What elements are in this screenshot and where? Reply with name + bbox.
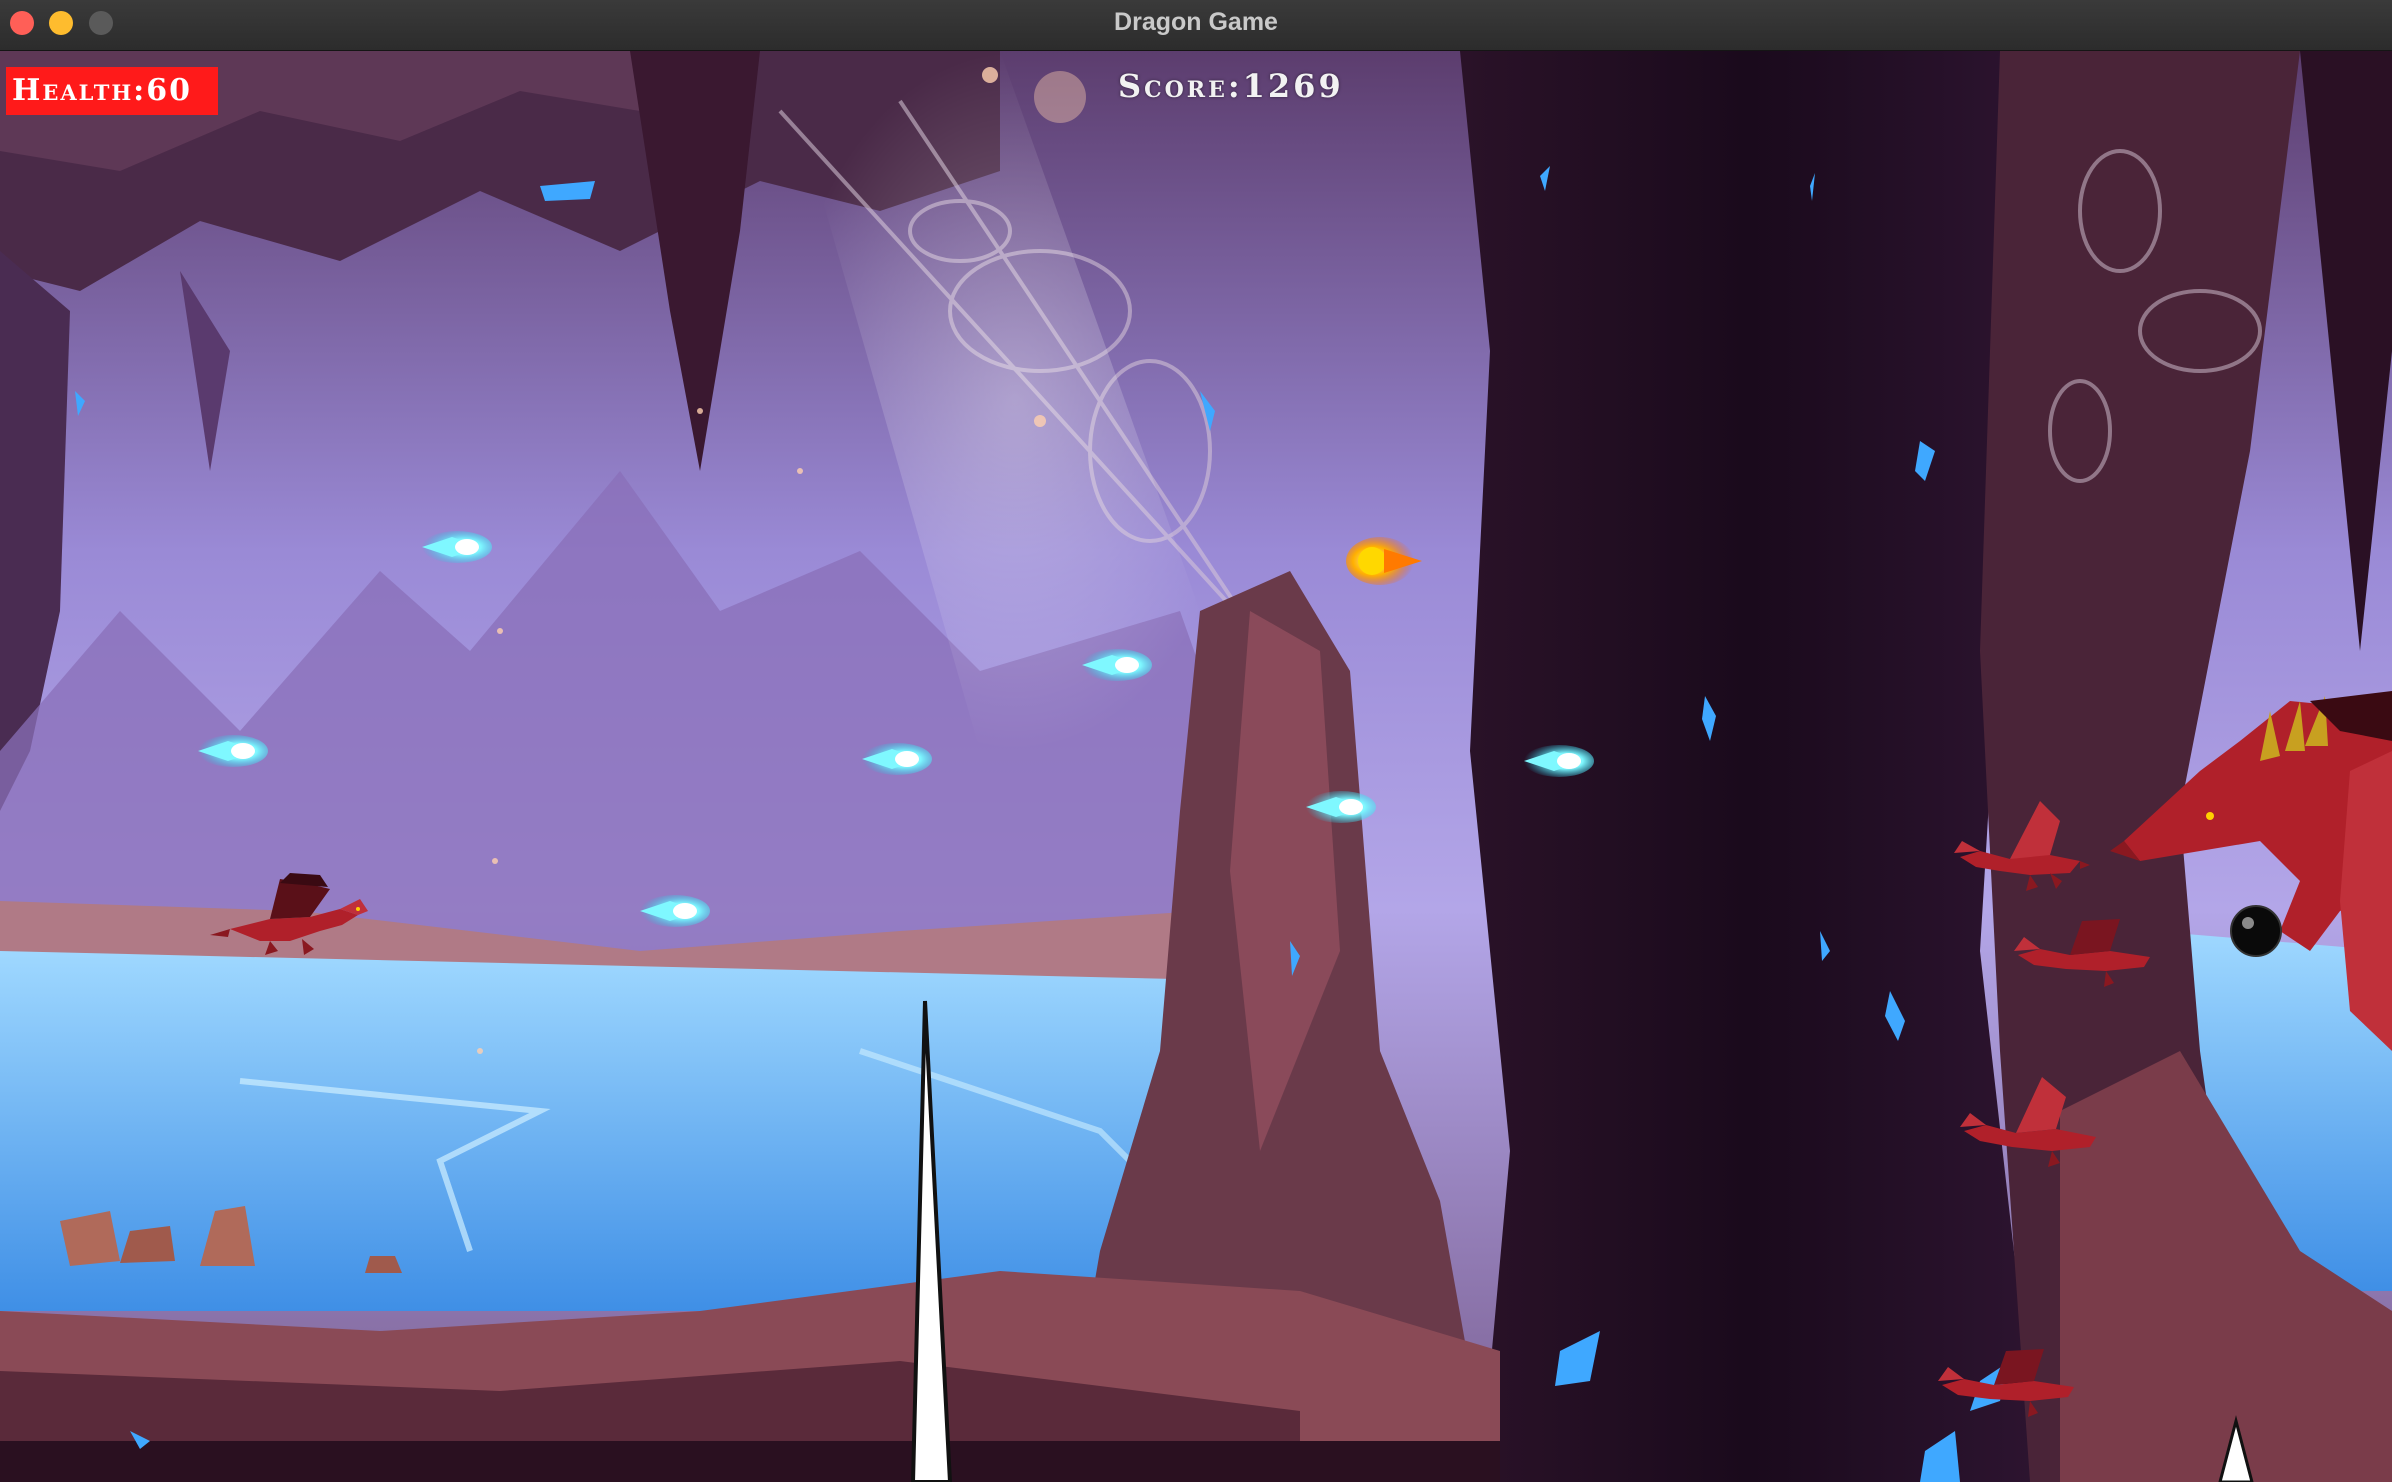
bomb-icon: [2230, 905, 2282, 957]
ice-projectile: [862, 743, 932, 775]
ice-projectile: [1306, 791, 1376, 823]
window-titlebar: Dragon Game: [0, 0, 2392, 51]
ice-projectile: [198, 735, 268, 767]
enemy-dragon: [1954, 801, 2090, 891]
fireball-projectile: [1346, 537, 1422, 585]
boss-dragon: [2110, 691, 2392, 1051]
game-canvas[interactable]: Health:60 Score:1269: [0, 51, 2392, 1482]
enemy-dragon: [1960, 1077, 2096, 1167]
ice-projectile: [1524, 745, 1594, 777]
enemy-dragon: [1938, 1349, 2074, 1417]
window-title: Dragon Game: [1114, 8, 1278, 36]
cave-background: [0, 51, 2392, 1482]
player-dragon: [210, 873, 368, 955]
score-indicator: Score:1269: [1118, 67, 1344, 105]
ice-projectile: [422, 531, 492, 563]
ice-projectile: [1082, 649, 1152, 681]
ice-projectile: [640, 895, 710, 927]
health-indicator: Health:60: [6, 67, 218, 115]
